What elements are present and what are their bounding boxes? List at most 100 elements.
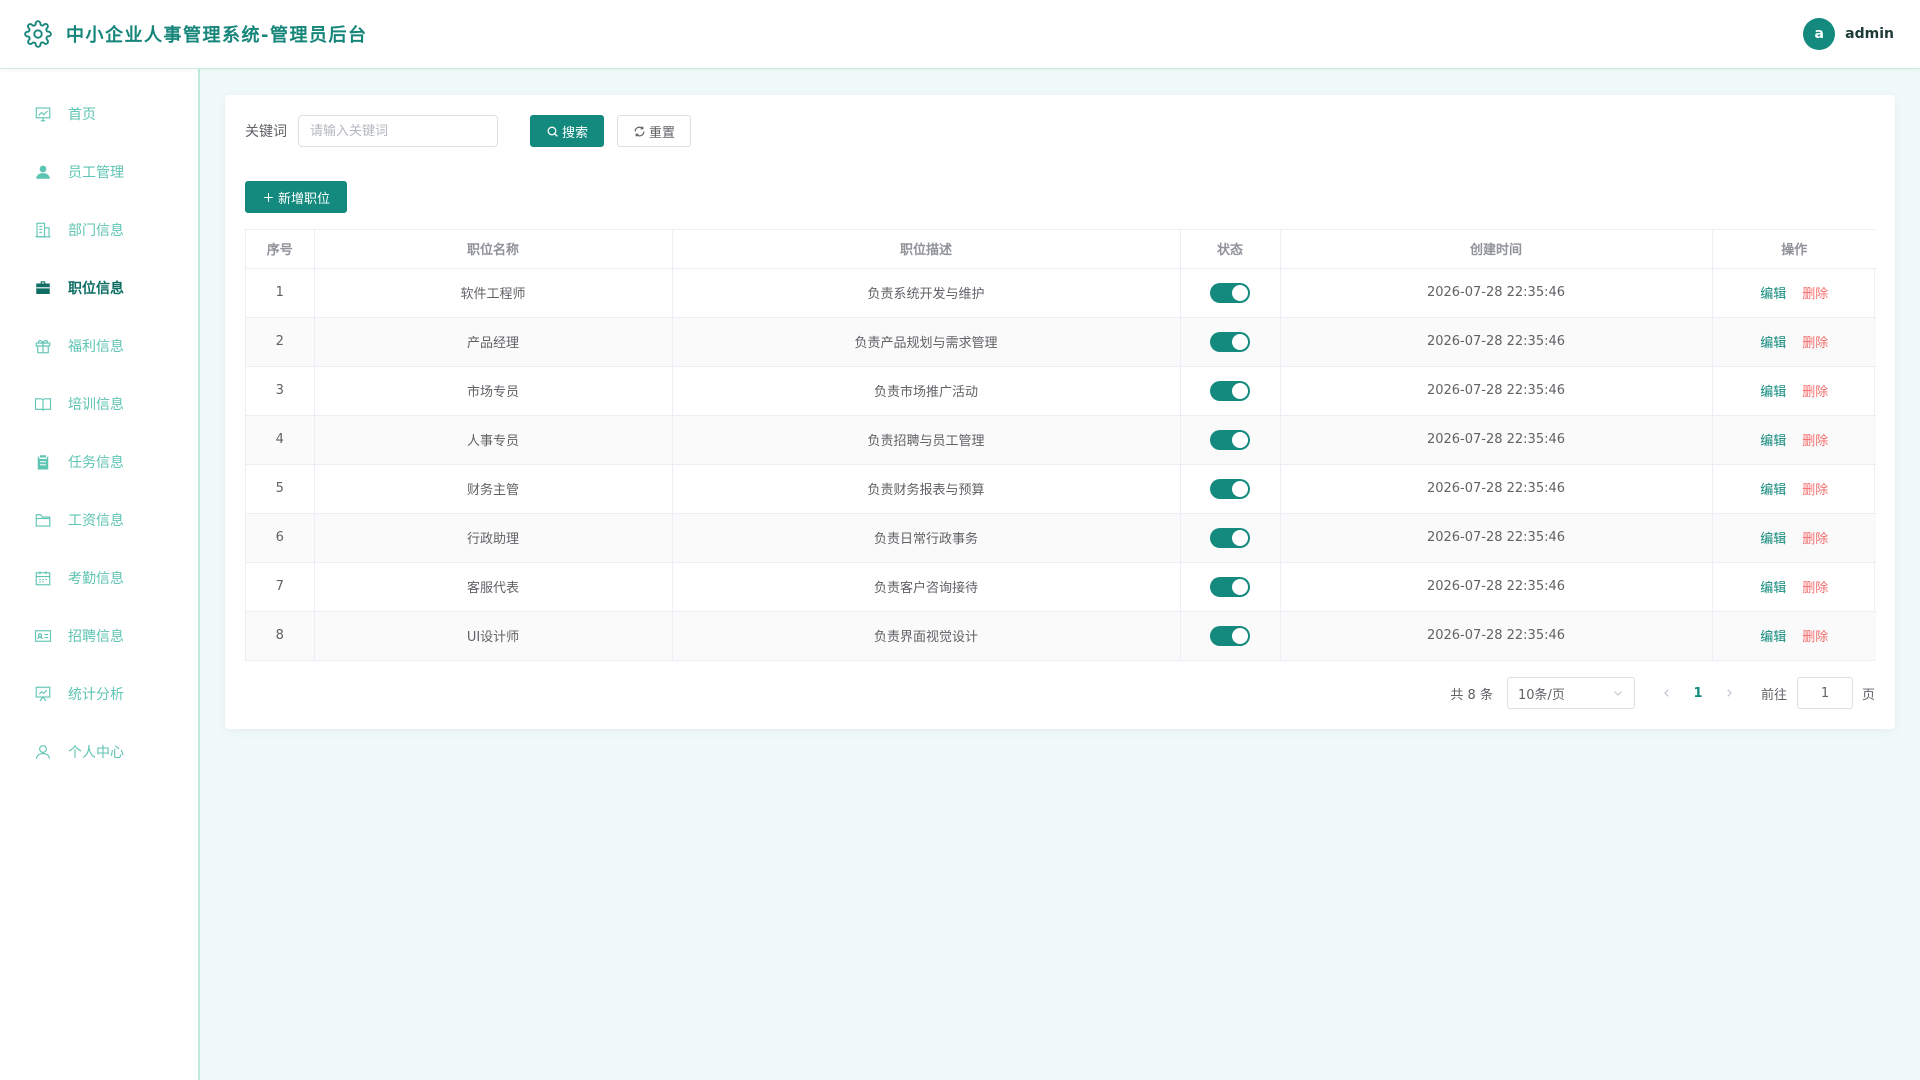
status-toggle[interactable] xyxy=(1210,478,1250,499)
status-toggle[interactable] xyxy=(1210,625,1250,646)
brand: 中小企业人事管理系统-管理员后台 xyxy=(24,20,367,48)
edit-link[interactable]: 编辑 xyxy=(1760,336,1786,351)
page-size-select[interactable]: 10条/页 xyxy=(1506,677,1635,709)
delete-link[interactable]: 删除 xyxy=(1802,630,1828,645)
chevron-left-icon xyxy=(1664,689,1669,697)
sidebar-item-employees[interactable]: 员工管理 xyxy=(0,143,198,201)
sidebar-item-label: 工资信息 xyxy=(68,513,124,529)
delete-link[interactable]: 删除 xyxy=(1802,532,1828,547)
sidebar-item-label: 培训信息 xyxy=(68,397,124,413)
sidebar-item-benefits[interactable]: 福利信息 xyxy=(0,317,198,375)
position-name: UI设计师 xyxy=(314,611,673,661)
position-name: 软件工程师 xyxy=(314,268,673,318)
sidebar-item-home[interactable]: 首页 xyxy=(0,85,198,143)
sidebar-item-salary[interactable]: 工资信息 xyxy=(0,491,198,549)
add-button-label: 新增职位 xyxy=(277,191,330,207)
column-header: 操作 xyxy=(1712,230,1876,269)
keyword-input[interactable] xyxy=(298,115,498,147)
user-menu[interactable]: a admin xyxy=(1803,18,1894,50)
plus-icon xyxy=(264,192,273,202)
sidebar-item-profile[interactable]: 个人中心 xyxy=(0,723,198,781)
status-toggle[interactable] xyxy=(1210,576,1250,597)
search-button[interactable]: 搜索 xyxy=(530,115,604,147)
keyword-label: 关键词 xyxy=(245,124,287,140)
edit-link[interactable]: 编辑 xyxy=(1760,385,1786,400)
sidebar: 首页 员工管理 部门信息 职位信息 福利信息 培训信息 任务信息 工资信息 考勤… xyxy=(0,69,200,1080)
sidebar-item-recruitment[interactable]: 招聘信息 xyxy=(0,607,198,665)
position-description: 负责系统开发与维护 xyxy=(672,268,1181,318)
status-toggle[interactable] xyxy=(1210,282,1250,303)
goto-page-input[interactable] xyxy=(1796,677,1853,709)
prev-page-button[interactable] xyxy=(1657,688,1677,698)
status-toggle[interactable] xyxy=(1210,331,1250,352)
folder-icon xyxy=(35,514,51,527)
row-index: 7 xyxy=(246,562,315,612)
page-number-current[interactable]: 1 xyxy=(1683,686,1713,701)
delete-link[interactable]: 删除 xyxy=(1802,434,1828,449)
pagination: 共 8 条 10条/页 1 前往 页 xyxy=(1450,677,1875,709)
created-time: 2026-07-28 22:35:46 xyxy=(1280,562,1713,612)
gear-icon xyxy=(24,20,52,48)
reset-button[interactable]: 重置 xyxy=(617,115,691,147)
edit-link[interactable]: 编辑 xyxy=(1760,581,1786,596)
status-toggle[interactable] xyxy=(1210,527,1250,548)
sidebar-item-label: 部门信息 xyxy=(68,223,124,239)
created-time: 2026-07-28 22:35:46 xyxy=(1280,611,1713,661)
sidebar-item-label: 考勤信息 xyxy=(68,571,124,587)
sidebar-item-label: 员工管理 xyxy=(68,165,124,181)
positions-table: 序号 职位名称 职位描述 状态 创建时间 操作 1 软件工程师 负责系统开发与维… xyxy=(245,229,1876,661)
delete-link[interactable]: 删除 xyxy=(1802,581,1828,596)
page-suffix: 页 xyxy=(1861,687,1875,703)
sidebar-item-departments[interactable]: 部门信息 xyxy=(0,201,198,259)
sidebar-item-tasks[interactable]: 任务信息 xyxy=(0,433,198,491)
position-description: 负责日常行政事务 xyxy=(672,513,1181,563)
edit-link[interactable]: 编辑 xyxy=(1760,287,1786,302)
created-time: 2026-07-28 22:35:46 xyxy=(1280,317,1713,367)
username[interactable]: admin xyxy=(1845,26,1894,42)
table-row: 5 财务主管 负责财务报表与预算 2026-07-28 22:35:46 编辑 删… xyxy=(246,464,1876,514)
status-toggle[interactable] xyxy=(1210,429,1250,450)
edit-link[interactable]: 编辑 xyxy=(1760,532,1786,547)
row-index: 1 xyxy=(246,268,315,318)
position-name: 人事专员 xyxy=(314,415,673,465)
position-name: 市场专员 xyxy=(314,366,673,416)
created-time: 2026-07-28 22:35:46 xyxy=(1280,366,1713,416)
delete-link[interactable]: 删除 xyxy=(1802,287,1828,302)
position-name: 财务主管 xyxy=(314,464,673,514)
table-row: 1 软件工程师 负责系统开发与维护 2026-07-28 22:35:46 编辑… xyxy=(246,268,1876,318)
delete-link[interactable]: 删除 xyxy=(1802,385,1828,400)
sidebar-item-label: 职位信息 xyxy=(68,281,124,297)
search-button-label: 搜索 xyxy=(561,125,588,141)
table-row: 6 行政助理 负责日常行政事务 2026-07-28 22:35:46 编辑 删除 xyxy=(246,513,1876,563)
delete-link[interactable]: 删除 xyxy=(1802,336,1828,351)
position-name: 客服代表 xyxy=(314,562,673,612)
position-description: 负责市场推广活动 xyxy=(672,366,1181,416)
table-row: 8 UI设计师 负责界面视觉设计 2026-07-28 22:35:46 编辑 删… xyxy=(246,611,1876,661)
top-header: 中小企业人事管理系统-管理员后台 a admin xyxy=(0,0,1920,69)
table-row: 4 人事专员 负责招聘与员工管理 2026-07-28 22:35:46 编辑 删… xyxy=(246,415,1876,465)
clipboard-icon xyxy=(37,455,49,470)
add-position-button[interactable]: 新增职位 xyxy=(245,181,347,213)
sidebar-item-positions[interactable]: 职位信息 xyxy=(0,259,198,317)
created-time: 2026-07-28 22:35:46 xyxy=(1280,464,1713,514)
app-title: 中小企业人事管理系统-管理员后台 xyxy=(66,25,368,46)
chevron-down-icon xyxy=(1614,691,1622,696)
column-header: 状态 xyxy=(1180,230,1281,269)
edit-link[interactable]: 编辑 xyxy=(1760,483,1786,498)
table-header-row: 序号 职位名称 职位描述 状态 创建时间 操作 xyxy=(246,230,1876,269)
edit-link[interactable]: 编辑 xyxy=(1760,630,1786,645)
delete-link[interactable]: 删除 xyxy=(1802,483,1828,498)
sidebar-item-statistics[interactable]: 统计分析 xyxy=(0,665,198,723)
gift-icon xyxy=(35,340,51,354)
avatar[interactable]: a xyxy=(1803,18,1836,50)
column-header: 创建时间 xyxy=(1280,230,1713,269)
table-row: 7 客服代表 负责客户咨询接待 2026-07-28 22:35:46 编辑 删除 xyxy=(246,562,1876,612)
position-name: 产品经理 xyxy=(314,317,673,367)
edit-link[interactable]: 编辑 xyxy=(1760,434,1786,449)
sidebar-item-training[interactable]: 培训信息 xyxy=(0,375,198,433)
page-size-value: 10条/页 xyxy=(1517,687,1565,703)
position-description: 负责招聘与员工管理 xyxy=(672,415,1181,465)
sidebar-item-attendance[interactable]: 考勤信息 xyxy=(0,549,198,607)
status-toggle[interactable] xyxy=(1210,380,1250,401)
next-page-button[interactable] xyxy=(1719,688,1739,698)
